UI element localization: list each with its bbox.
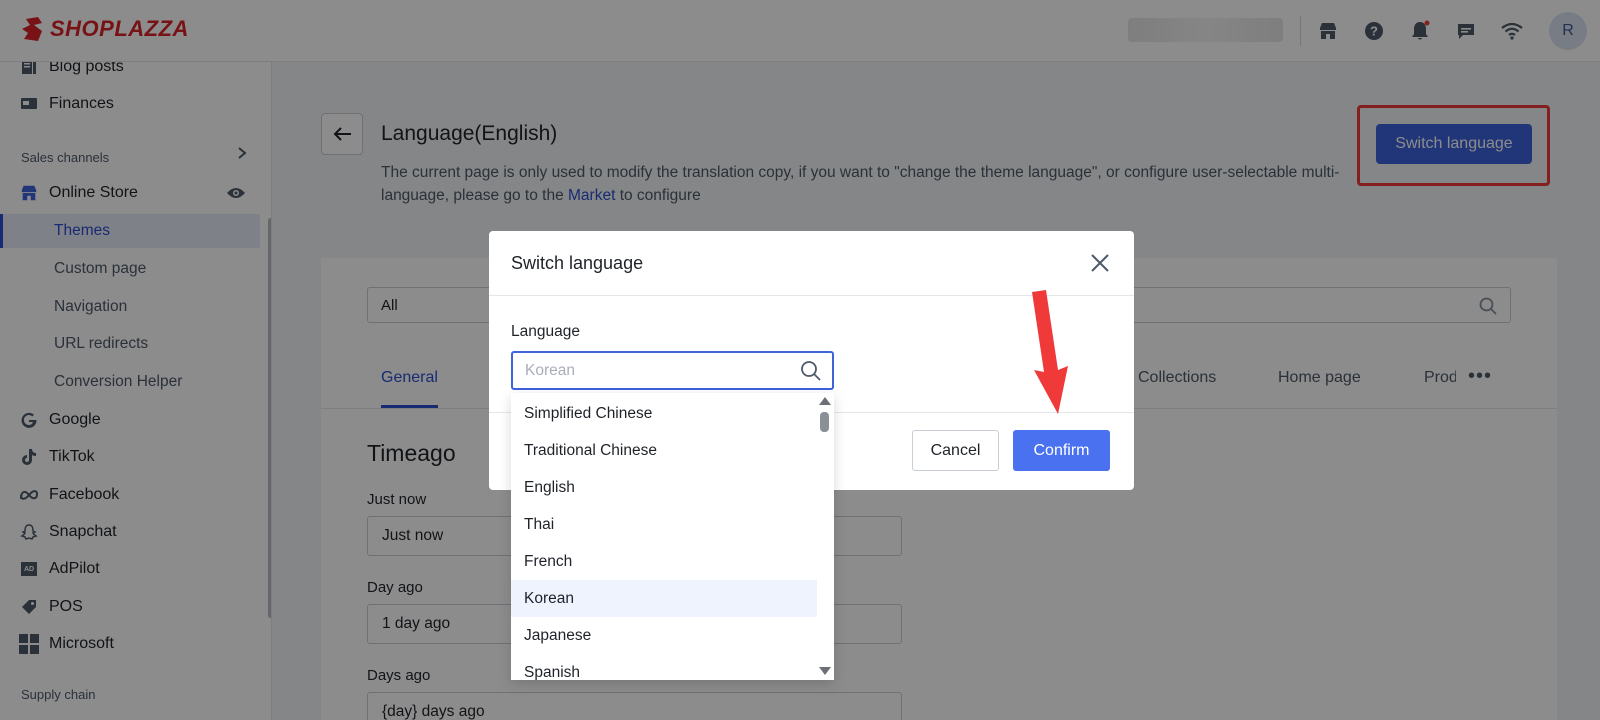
language-label: Language [511, 323, 580, 340]
close-icon[interactable] [1086, 249, 1114, 277]
scroll-down-arrow-icon[interactable] [819, 667, 831, 675]
confirm-button[interactable]: Confirm [1013, 430, 1110, 471]
dropdown-scrollbar-thumb[interactable] [820, 412, 829, 432]
search-icon [800, 360, 822, 387]
language-option-traditional-chinese[interactable]: Traditional Chinese [511, 432, 817, 469]
language-search-placeholder: Korean [525, 362, 575, 379]
language-dropdown: Simplified Chinese Traditional Chinese E… [511, 393, 834, 680]
language-option-korean[interactable]: Korean [511, 580, 817, 617]
language-option-japanese[interactable]: Japanese [511, 617, 817, 654]
scroll-up-arrow-icon[interactable] [819, 397, 831, 405]
language-search-input[interactable]: Korean [511, 351, 834, 390]
language-option-french[interactable]: French [511, 543, 817, 580]
language-option-thai[interactable]: Thai [511, 506, 817, 543]
language-option-english[interactable]: English [511, 469, 817, 506]
dialog-title: Switch language [511, 253, 644, 273]
cancel-button[interactable]: Cancel [912, 430, 999, 471]
language-option-spanish[interactable]: Spanish [511, 654, 817, 681]
language-option-simplified-chinese[interactable]: Simplified Chinese [511, 395, 817, 432]
annotation-arrow-icon [1032, 290, 1068, 414]
